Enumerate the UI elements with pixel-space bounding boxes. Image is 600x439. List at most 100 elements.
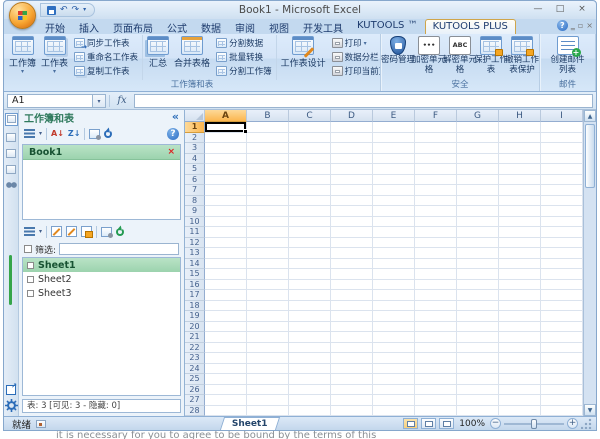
help-icon[interactable]: ? <box>557 20 568 31</box>
sort-descending-icon[interactable]: Z↓ <box>68 129 81 138</box>
grid-cell[interactable] <box>457 322 499 333</box>
grid-cell[interactable] <box>415 332 457 343</box>
grid-cell[interactable] <box>373 196 415 207</box>
find-pane-icon[interactable] <box>6 181 17 189</box>
scroll-down-icon[interactable]: ▼ <box>584 404 596 416</box>
grid-cell[interactable] <box>331 311 373 322</box>
grid-cell[interactable] <box>247 238 289 249</box>
row-header[interactable]: 17 <box>185 290 205 301</box>
row-header[interactable]: 28 <box>185 406 205 417</box>
grid-cell[interactable] <box>373 290 415 301</box>
grid-cell[interactable] <box>247 217 289 228</box>
grid-cell[interactable] <box>415 290 457 301</box>
grid-cell[interactable] <box>247 364 289 375</box>
normal-view-button[interactable] <box>403 418 418 429</box>
grid-cell[interactable] <box>415 259 457 270</box>
grid-cell[interactable] <box>247 395 289 406</box>
grid-cell[interactable] <box>415 322 457 333</box>
column-header[interactable]: D <box>331 110 373 122</box>
checkbox[interactable] <box>27 290 34 297</box>
ribbon-tab[interactable]: 公式 <box>160 19 194 34</box>
grid-cell[interactable] <box>457 332 499 343</box>
scroll-up-icon[interactable]: ▲ <box>584 110 596 122</box>
grid-cell[interactable] <box>289 385 331 396</box>
grid-cell[interactable] <box>415 280 457 291</box>
grid-cell[interactable] <box>415 227 457 238</box>
ribbon-tab[interactable]: 数据 <box>194 19 228 34</box>
grid-cell[interactable] <box>205 385 247 396</box>
grid-cell[interactable] <box>541 269 583 280</box>
active-cell[interactable] <box>205 122 247 133</box>
grid-cell[interactable] <box>541 217 583 228</box>
grid-cell[interactable] <box>541 374 583 385</box>
row-header[interactable]: 2 <box>185 133 205 144</box>
grid-cell[interactable] <box>205 395 247 406</box>
grid-cell[interactable] <box>499 311 541 322</box>
grid-cell[interactable] <box>373 259 415 270</box>
refresh-sheets-icon[interactable] <box>116 228 124 236</box>
grid-cell[interactable] <box>247 133 289 144</box>
grid-cell[interactable] <box>247 353 289 364</box>
grid-cell[interactable] <box>499 343 541 354</box>
grid-cell[interactable] <box>205 259 247 270</box>
grid-cell[interactable] <box>415 248 457 259</box>
grid-cell[interactable] <box>499 374 541 385</box>
grid-cell[interactable] <box>373 185 415 196</box>
button-data-columns[interactable]: 数据分栏 <box>329 50 380 64</box>
grid-cell[interactable] <box>247 154 289 165</box>
row-header[interactable]: 5 <box>185 164 205 175</box>
ribbon-tab[interactable]: 审阅 <box>228 19 262 34</box>
grid-cell[interactable] <box>205 311 247 322</box>
button-sync-sheet[interactable]: →同步工作表 <box>71 36 141 50</box>
grid-cell[interactable] <box>499 238 541 249</box>
grid-cell[interactable] <box>247 175 289 186</box>
grid-cell[interactable] <box>247 269 289 280</box>
grid-cell[interactable] <box>289 185 331 196</box>
button-split-data[interactable]: 分割数据 <box>213 36 275 50</box>
grid-cell[interactable] <box>415 175 457 186</box>
grid-cell[interactable] <box>457 122 499 133</box>
office-button[interactable] <box>9 2 36 29</box>
close-workbook-icon[interactable]: × <box>167 147 180 157</box>
row-header[interactable]: 10 <box>185 217 205 228</box>
row-header[interactable]: 26 <box>185 385 205 396</box>
formula-input[interactable] <box>134 94 593 108</box>
grid-cell[interactable] <box>289 133 331 144</box>
grid-cell[interactable] <box>373 164 415 175</box>
grid-cell[interactable] <box>541 280 583 291</box>
grid-cell[interactable] <box>415 311 457 322</box>
pane-tab-workbook-sheet[interactable] <box>5 113 18 126</box>
page-layout-view-button[interactable] <box>421 418 436 429</box>
grid-cell[interactable] <box>205 175 247 186</box>
workbook-restore-icon[interactable]: ▫ <box>578 21 583 31</box>
grid-cell[interactable] <box>415 343 457 354</box>
grid-cell[interactable] <box>247 332 289 343</box>
grid-cell[interactable] <box>415 353 457 364</box>
menu-icon[interactable] <box>24 129 35 138</box>
grid-cell[interactable] <box>205 217 247 228</box>
grid-cell[interactable] <box>499 248 541 259</box>
row-header[interactable]: 22 <box>185 343 205 354</box>
button-mail-list[interactable]: +创建邮件列表 <box>548 35 588 77</box>
grid-cell[interactable] <box>205 133 247 144</box>
grid-cell[interactable] <box>541 395 583 406</box>
button-print[interactable]: 打印▾ <box>329 36 380 50</box>
button-print-current[interactable]: 打印当前页 <box>329 64 380 78</box>
grid-cell[interactable] <box>247 280 289 291</box>
grid-cell[interactable] <box>205 343 247 354</box>
grid-cell[interactable] <box>373 395 415 406</box>
grid-cell[interactable] <box>541 175 583 186</box>
minimize-button[interactable]: — <box>528 3 548 16</box>
grid-cell[interactable] <box>331 175 373 186</box>
grid-cell[interactable] <box>205 353 247 364</box>
grid-cell[interactable] <box>205 206 247 217</box>
filter-checkbox[interactable] <box>24 245 32 253</box>
grid-cell[interactable] <box>499 133 541 144</box>
ribbon-tab[interactable]: 开发工具 <box>296 19 350 34</box>
select-all-corner[interactable] <box>185 110 205 122</box>
grid-cell[interactable] <box>205 290 247 301</box>
grid-cell[interactable] <box>205 238 247 249</box>
filter-input[interactable] <box>59 243 179 255</box>
grid-cell[interactable] <box>331 206 373 217</box>
grid-cell[interactable] <box>289 343 331 354</box>
